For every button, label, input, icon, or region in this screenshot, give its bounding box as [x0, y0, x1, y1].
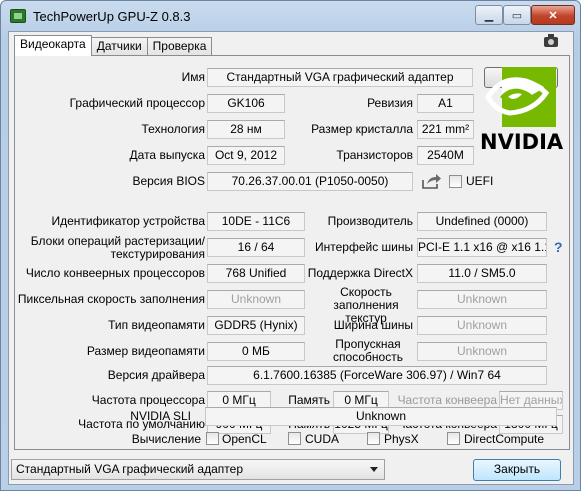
revision-value: A1 — [417, 94, 474, 113]
vendor-value: Undefined (0000) — [417, 212, 547, 231]
minimize-button[interactable]: ▁ — [475, 5, 503, 25]
tab-validation[interactable]: Проверка — [146, 37, 213, 56]
compute-label: Вычисление — [131, 432, 201, 446]
bus-interface-value: PCI-E 1.1 x16 @ x16 1.1 — [417, 238, 547, 257]
memory-size-value: 0 МБ — [207, 342, 305, 361]
close-window-button[interactable]: ✕ — [531, 5, 575, 25]
window-title: TechPowerUp GPU-Z 0.8.3 — [33, 9, 191, 24]
memory-size-label: Размер видеопамяти — [86, 344, 205, 358]
help-icon[interactable]: ? — [554, 239, 563, 255]
texture-fillrate-value: Unknown — [417, 290, 547, 309]
maximize-button[interactable]: ▭ — [503, 5, 531, 25]
cuda-label: CUDA — [305, 432, 340, 446]
directcompute-label: DirectCompute — [464, 432, 545, 446]
technology-label: Технология — [141, 122, 206, 136]
opencl-label: OpenCL — [222, 432, 267, 446]
uefi-checkbox[interactable] — [449, 175, 462, 188]
driver-label: Версия драйвера — [107, 368, 205, 382]
die-size-value: 221 mm² — [417, 120, 474, 139]
gpu-label: Графический процессор — [69, 96, 205, 110]
nvidia-logo-text: NVIDIA — [480, 130, 564, 154]
rops-tmus-value: 16 / 64 — [207, 238, 305, 257]
share-icon[interactable] — [421, 172, 443, 190]
shaders-value: 768 Unified — [207, 264, 305, 283]
transistors-label: Транзисторов — [336, 148, 413, 162]
memory-type-label: Тип видеопамяти — [108, 318, 205, 332]
rops-tmus-label: Блоки операций растеризации/текстурирова… — [30, 234, 205, 261]
name-value: Стандартный VGA графический адаптер — [207, 68, 473, 87]
card-select-dropdown[interactable]: Стандартный VGA графический адаптер — [11, 459, 385, 480]
physx-label: PhysX — [384, 432, 419, 446]
physx-checkbox[interactable] — [367, 432, 380, 445]
bios-label: Версия BIOS — [132, 174, 205, 188]
directx-value: 11.0 / SM5.0 — [417, 264, 547, 283]
card-select-value: Стандартный VGA графический адаптер — [16, 462, 243, 476]
directcompute-checkbox[interactable] — [447, 432, 460, 445]
shader-clock-label: Частота конвеера — [397, 393, 497, 407]
tab-graphics-card[interactable]: Видеокарта — [14, 35, 92, 56]
memory-clock-label: Память — [288, 393, 330, 407]
camera-icon[interactable] — [544, 34, 558, 47]
gpuz-app-icon — [10, 9, 26, 23]
device-id-value: 10DE - 11C6 — [207, 212, 305, 231]
sli-label: NVIDIA SLI — [130, 409, 191, 423]
bandwidth-value: Unknown — [417, 342, 547, 361]
directx-label: Поддержка DirectX — [307, 266, 413, 280]
device-id-label: Идентификатор устройства — [51, 214, 206, 228]
nvidia-logo-icon — [485, 67, 556, 127]
name-label: Имя — [181, 70, 205, 84]
tab-bar: Видеокарта Датчики Проверка — [14, 35, 213, 56]
cuda-checkbox[interactable] — [288, 432, 301, 445]
bus-width-value: Unknown — [417, 316, 547, 335]
gpu-clock-label: Частота процессора — [91, 393, 205, 407]
bus-width-label: Ширина шины — [333, 318, 413, 332]
sli-value: Unknown — [205, 407, 557, 426]
bandwidth-label: Пропускная способность — [333, 337, 403, 364]
tab-sensors[interactable]: Датчики — [90, 37, 148, 56]
revision-label: Ревизия — [367, 96, 413, 110]
driver-value: 6.1.7600.16385 (ForceWare 306.97) / Win7… — [207, 366, 547, 385]
title-bar[interactable]: TechPowerUp GPU-Z 0.8.3 ▁ ▭ ✕ — [1, 1, 580, 31]
chevron-down-icon — [370, 467, 378, 472]
bios-value: 70.26.37.00.01 (P1050-0050) — [207, 172, 413, 191]
bus-interface-label: Интерфейс шины — [315, 240, 414, 254]
release-date-label: Дата выпуска — [129, 148, 205, 162]
vendor-label: Производитель — [327, 214, 413, 228]
technology-value: 28 нм — [207, 120, 285, 139]
release-date-value: Oct 9, 2012 — [207, 146, 285, 165]
memory-type-value: GDDR5 (Hynix) — [207, 316, 305, 335]
close-button[interactable]: Закрыть — [473, 459, 561, 481]
gpu-value: GK106 — [207, 94, 285, 113]
shaders-label: Число конвеерных процессоров — [25, 266, 205, 280]
opencl-checkbox[interactable] — [206, 432, 219, 445]
pixel-fillrate-value: Unknown — [207, 290, 305, 309]
pixel-fillrate-label: Пиксельная скорость заполнения — [17, 292, 205, 306]
die-size-label: Размер кристалла — [311, 122, 413, 136]
transistors-value: 2540M — [417, 146, 474, 165]
uefi-label: UEFI — [466, 174, 494, 188]
gpuz-window: TechPowerUp GPU-Z 0.8.3 ▁ ▭ ✕ Видеокарта… — [0, 0, 581, 491]
